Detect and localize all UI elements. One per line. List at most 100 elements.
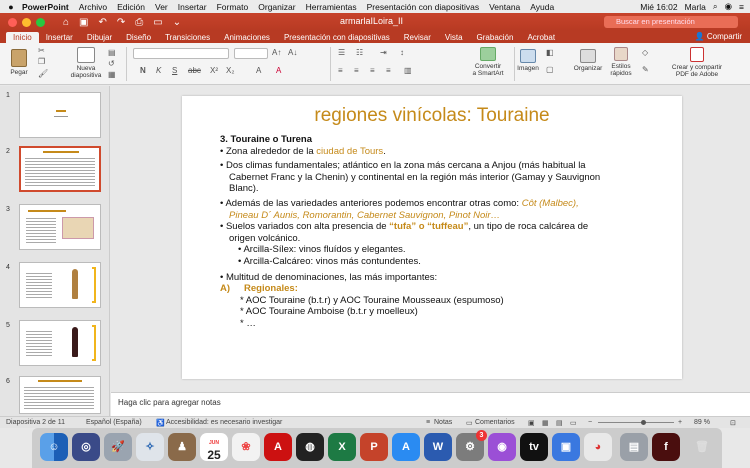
reset-icon[interactable]: ↺ bbox=[108, 59, 115, 68]
photos-icon[interactable]: ❀ bbox=[232, 433, 260, 461]
bullets-icon[interactable]: ☰ bbox=[338, 48, 345, 57]
teams-icon[interactable]: ▣ bbox=[552, 433, 580, 461]
menu-ver[interactable]: Ver bbox=[155, 2, 168, 12]
safari-icon[interactable]: ✧ bbox=[136, 433, 164, 461]
shapes-icon[interactable]: ◧ bbox=[546, 48, 554, 57]
tab-animaciones[interactable]: Animaciones bbox=[217, 32, 277, 43]
slide-thumbnail-1[interactable] bbox=[19, 92, 101, 138]
numbering-icon[interactable]: ☷ bbox=[356, 48, 363, 57]
zoom-in-icon[interactable]: + bbox=[678, 419, 682, 426]
layout-icon[interactable]: ▤ bbox=[108, 48, 116, 57]
subscript-icon[interactable]: X₂ bbox=[226, 66, 234, 75]
font-color-icon[interactable]: A bbox=[276, 66, 281, 75]
share-button[interactable]: 👤 Compartir bbox=[695, 31, 742, 43]
zoom-level[interactable]: 89 % bbox=[694, 419, 710, 426]
control-center-icon[interactable]: ≡ bbox=[739, 2, 744, 12]
word-icon[interactable]: W bbox=[424, 433, 452, 461]
strikethrough-icon[interactable]: abc bbox=[188, 66, 201, 75]
accessibility-icon[interactable]: ♿ bbox=[156, 419, 165, 427]
tab-diseno[interactable]: Diseño bbox=[119, 32, 158, 43]
acrobat-icon[interactable]: A bbox=[264, 433, 292, 461]
excel-icon[interactable]: X bbox=[328, 433, 356, 461]
menu-organizar[interactable]: Organizar bbox=[258, 2, 295, 12]
menu-herramientas[interactable]: Herramientas bbox=[306, 2, 357, 12]
customize-icon[interactable]: ⌄ bbox=[173, 17, 181, 28]
slideshow-icon[interactable]: ▭ bbox=[153, 17, 162, 28]
tab-dibujar[interactable]: Dibujar bbox=[80, 32, 119, 43]
launchpad-icon[interactable]: 🚀 bbox=[104, 433, 132, 461]
align-right-icon[interactable]: ≡ bbox=[370, 66, 375, 75]
print-icon[interactable]: ⎙ bbox=[135, 17, 143, 28]
menu-app-name[interactable]: PowerPoint bbox=[22, 2, 69, 12]
arrange-button[interactable]: Organizar bbox=[570, 49, 606, 72]
format-painter-icon[interactable]: 🖌 bbox=[38, 69, 48, 78]
menu-presentacion[interactable]: Presentación con diapositivas bbox=[367, 2, 479, 12]
flash-icon[interactable]: f bbox=[652, 433, 680, 461]
app-store-icon[interactable]: A bbox=[392, 433, 420, 461]
siri-icon[interactable]: ◎ bbox=[72, 433, 100, 461]
search-input[interactable]: Buscar en presentación bbox=[604, 16, 738, 28]
sorter-view-icon[interactable]: ▦ bbox=[542, 419, 549, 427]
notes-pane[interactable]: Haga clic para agregar notas bbox=[111, 392, 750, 416]
comments-icon[interactable]: ▭ bbox=[466, 419, 473, 427]
redo-icon[interactable]: ↷ bbox=[117, 17, 125, 28]
home-icon[interactable]: ⌂ bbox=[63, 17, 69, 28]
slide-thumbnail-4[interactable] bbox=[19, 262, 101, 308]
minimize-window-button[interactable] bbox=[22, 17, 31, 27]
justify-icon[interactable]: ≡ bbox=[386, 66, 391, 75]
menu-ayuda[interactable]: Ayuda bbox=[530, 2, 554, 12]
slide-body[interactable]: 3. Touraine o Turena • Zona alrededor de… bbox=[220, 134, 670, 330]
comments-button[interactable]: Comentarios bbox=[475, 419, 515, 426]
slide-thumbnail-6[interactable] bbox=[19, 376, 101, 414]
podcasts-icon[interactable]: ◉ bbox=[488, 433, 516, 461]
underline-icon[interactable]: S bbox=[172, 66, 177, 75]
tab-inicio[interactable]: Inicio bbox=[6, 32, 39, 43]
undo-icon[interactable]: ↶ bbox=[99, 17, 107, 28]
zoom-out-icon[interactable]: − bbox=[588, 419, 592, 426]
tab-transiciones[interactable]: Transiciones bbox=[158, 32, 217, 43]
notes-button[interactable]: Notas bbox=[434, 419, 452, 426]
fit-slide-icon[interactable]: ⊡ bbox=[730, 419, 736, 427]
reading-view-icon[interactable]: ▤ bbox=[556, 419, 563, 427]
menu-formato[interactable]: Formato bbox=[217, 2, 249, 12]
image-button[interactable]: Imagen bbox=[514, 49, 542, 72]
tab-insertar[interactable]: Insertar bbox=[39, 32, 80, 43]
copy-icon[interactable]: ❐ bbox=[38, 57, 45, 66]
menu-archivo[interactable]: Archivo bbox=[79, 2, 107, 12]
siri-icon[interactable]: ◉ bbox=[725, 1, 732, 12]
menu-edicion[interactable]: Edición bbox=[117, 2, 145, 12]
calendar-icon[interactable]: JUN 25 bbox=[200, 433, 228, 461]
grow-font-icon[interactable]: A↑ bbox=[272, 48, 281, 57]
menu-ventana[interactable]: Ventana bbox=[489, 2, 520, 12]
bold-icon[interactable]: N bbox=[140, 66, 146, 75]
align-left-icon[interactable]: ≡ bbox=[338, 66, 343, 75]
preview-icon[interactable]: ▤ bbox=[620, 433, 648, 461]
adobe-pdf-button[interactable]: Crear y compartir PDF de Adobe bbox=[666, 47, 728, 78]
shrink-font-icon[interactable]: A↓ bbox=[288, 48, 297, 57]
fill-icon[interactable]: ◇ bbox=[642, 48, 648, 57]
tab-vista[interactable]: Vista bbox=[438, 32, 470, 43]
font-name-select[interactable] bbox=[133, 48, 229, 59]
quick-styles-button[interactable]: Estilos rápidos bbox=[606, 47, 636, 77]
tab-acrobat[interactable]: Acrobat bbox=[520, 32, 562, 43]
textbox-icon[interactable]: ▢ bbox=[546, 65, 554, 74]
accessibility-status[interactable]: Accesibilidad: es necesario investigar bbox=[166, 419, 282, 426]
save-icon[interactable]: ▣ bbox=[79, 17, 88, 28]
smartart-button[interactable]: Convertir a SmartArt bbox=[466, 47, 510, 77]
slideshow-view-icon[interactable]: ▭ bbox=[570, 419, 577, 427]
slide-thumbnail-2[interactable] bbox=[19, 146, 101, 192]
align-center-icon[interactable]: ≡ bbox=[354, 66, 359, 75]
cut-icon[interactable]: ✂ bbox=[38, 46, 45, 55]
section-icon[interactable]: ▦ bbox=[108, 70, 116, 79]
system-preferences-icon[interactable]: ⚙ 3 bbox=[456, 430, 487, 461]
powerpoint-icon[interactable]: P bbox=[360, 433, 388, 461]
apple-icon[interactable]: ● bbox=[0, 2, 22, 12]
tab-presentacion[interactable]: Presentación con diapositivas bbox=[277, 32, 397, 43]
zoom-window-button[interactable] bbox=[36, 17, 45, 27]
paste-button[interactable]: Pegar bbox=[6, 49, 32, 76]
notes-icon[interactable]: ≡ bbox=[426, 419, 430, 426]
zoom-slider[interactable] bbox=[598, 422, 674, 423]
slide[interactable]: regiones vinícolas: Touraine 3. Touraine… bbox=[182, 96, 682, 379]
stock-app-icon[interactable]: ◍ bbox=[296, 433, 324, 461]
highlight-icon[interactable]: A bbox=[256, 66, 261, 75]
